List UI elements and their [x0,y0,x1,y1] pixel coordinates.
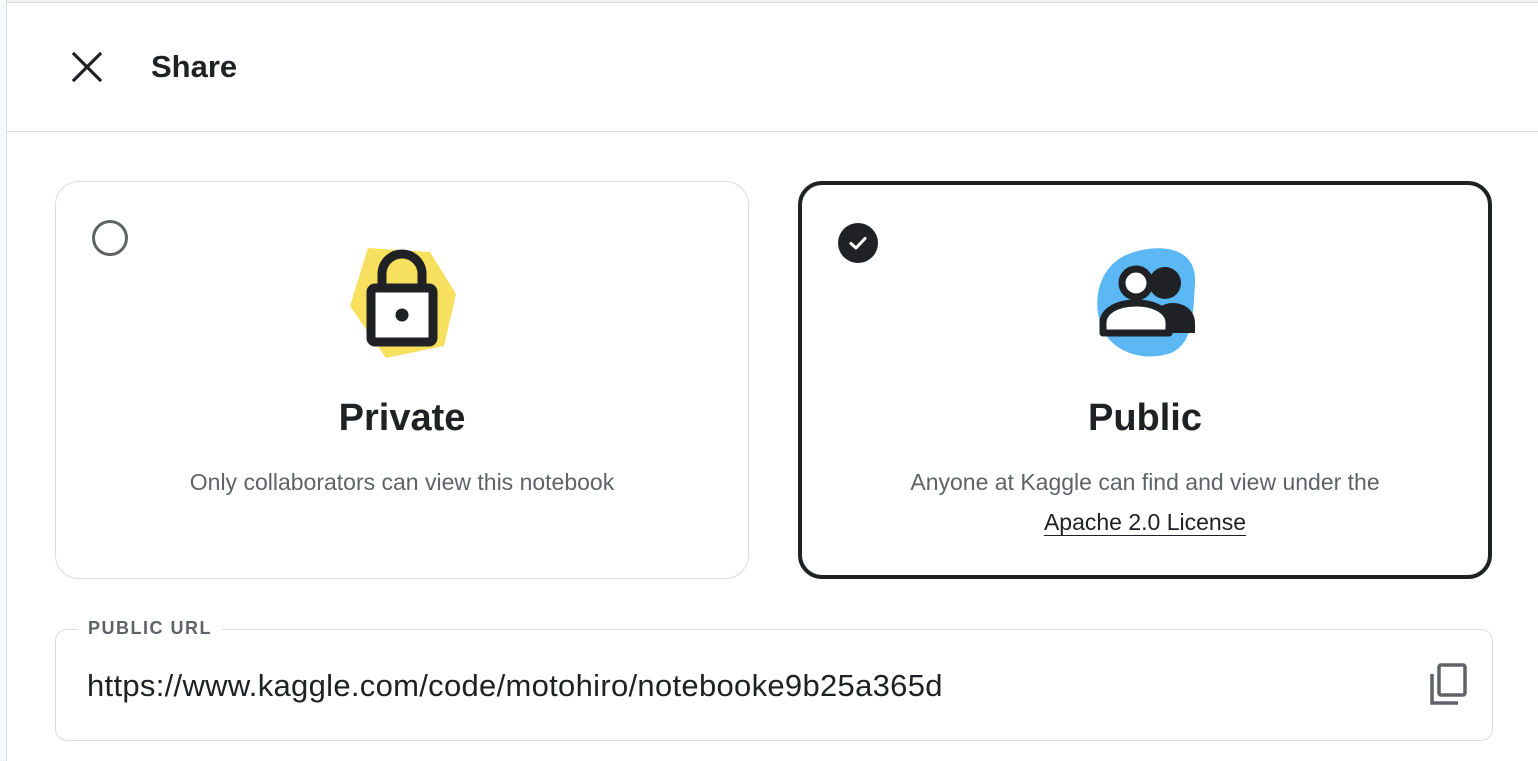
lock-icon [338,236,466,364]
private-description: Only collaborators can view this noteboo… [189,469,615,495]
public-url-value[interactable]: https://www.kaggle.com/code/motohiro/not… [87,664,943,708]
share-panel: Share Private Only collaborators can vie… [6,2,1538,761]
private-option-card[interactable]: Private Only collaborators can view this… [55,181,749,579]
check-icon [849,237,867,250]
apache-license-link[interactable]: Apache 2.0 License [1043,509,1247,536]
public-option-card[interactable]: Public Anyone at Kaggle can find and vie… [798,181,1492,579]
public-url-label: PUBLIC URL [78,616,222,640]
public-radio-checked[interactable] [838,223,878,263]
copy-url-button[interactable] [1424,660,1472,708]
panel-header: Share [7,3,1538,132]
close-button[interactable] [63,43,111,91]
close-icon [72,52,102,82]
public-url-field[interactable]: PUBLIC URL https://www.kaggle.com/code/m… [55,616,1493,741]
public-description: Anyone at Kaggle can find and view under… [910,469,1380,495]
private-label: Private [338,397,466,439]
public-description-block: Anyone at Kaggle can find and view under… [842,462,1448,542]
people-icon [1081,239,1209,367]
private-radio[interactable] [92,220,128,256]
copy-icon [1430,663,1467,705]
public-label: Public [1087,397,1203,439]
panel-title: Share [151,49,238,84]
